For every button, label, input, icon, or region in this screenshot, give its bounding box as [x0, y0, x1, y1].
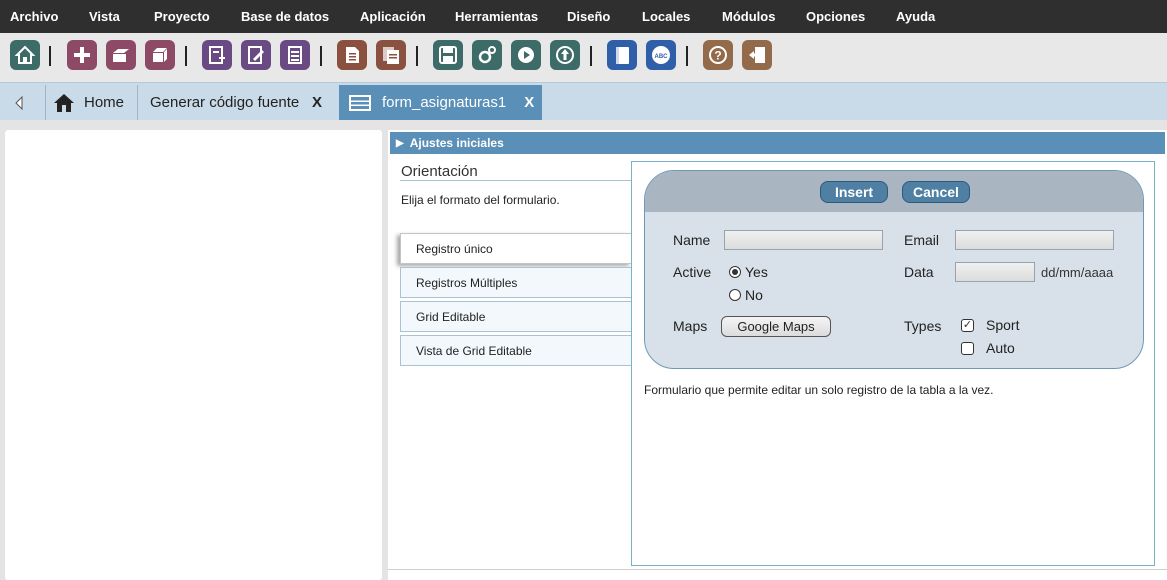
tab-generar-codigo[interactable]: Generar código fuente [150, 85, 299, 120]
toolbar-separator [590, 46, 592, 66]
cancel-button[interactable]: Cancel [902, 181, 970, 203]
menu-base-de-datos[interactable]: Base de datos [241, 9, 329, 24]
form-preview-toolbar [645, 171, 1143, 212]
tab-home-label: Home [84, 94, 125, 111]
menu-ayuda[interactable]: Ayuda [896, 9, 935, 24]
option-vista-grid-editable[interactable]: Vista de Grid Editable [400, 335, 632, 366]
checkbox-auto-label: Auto [986, 340, 1015, 356]
help-icon[interactable]: ? [703, 40, 733, 70]
checkbox-sport[interactable]: ✓ [961, 319, 974, 332]
toolbar-separator [185, 46, 187, 66]
preview-panel: Insert Cancel Name Email Active Yes No D… [631, 161, 1155, 566]
tab-home[interactable]: Home [52, 85, 124, 120]
option-registros-multiples[interactable]: Registros Múltiples [400, 267, 632, 298]
home-icon[interactable] [10, 40, 40, 70]
divider [400, 180, 632, 181]
generate-icon[interactable] [472, 40, 502, 70]
email-field[interactable] [955, 230, 1114, 250]
copy-document-icon[interactable] [376, 40, 406, 70]
toolbar-separator [49, 46, 51, 66]
document-icon[interactable] [337, 40, 367, 70]
toolbar-separator [320, 46, 322, 66]
option-registro-unico[interactable]: Registro único [400, 233, 632, 264]
svg-text:ABC: ABC [655, 54, 669, 60]
email-label: Email [904, 232, 940, 248]
exit-icon[interactable] [742, 40, 772, 70]
orientation-title: Orientación [401, 163, 478, 180]
menu-aplicacion[interactable]: Aplicación [360, 9, 426, 24]
spellcheck-icon[interactable]: ABC [646, 40, 676, 70]
toolbar-separator [686, 46, 688, 66]
new-app-icon[interactable] [202, 40, 232, 70]
radio-no[interactable] [729, 289, 741, 301]
maps-label: Maps [673, 318, 708, 334]
option-grid-editable[interactable]: Grid Editable [400, 301, 632, 332]
menu-locales[interactable]: Locales [642, 9, 690, 24]
name-label: Name [673, 232, 711, 248]
main-content: ▶ Ajustes iniciales Orientación Elija el… [388, 130, 1167, 580]
tab-divider [45, 85, 46, 120]
menu-vista[interactable]: Vista [89, 9, 120, 24]
radio-yes-label: Yes [745, 264, 768, 280]
active-label: Active [673, 264, 712, 280]
data-label: Data [904, 264, 934, 280]
radio-yes[interactable] [729, 266, 741, 278]
tab-form-asignaturas1-label: form_asignaturas1 [382, 94, 507, 111]
chevron-left-icon [15, 95, 23, 110]
list-apps-icon[interactable] [280, 40, 310, 70]
svg-text:?: ? [714, 49, 721, 63]
edit-app-icon[interactable] [241, 40, 271, 70]
menu-herramientas[interactable]: Herramientas [455, 9, 538, 24]
preview-description: Formulario que permite editar un solo re… [644, 383, 994, 397]
home-icon [54, 93, 74, 112]
new-icon[interactable] [67, 40, 97, 70]
toolbar-separator [416, 46, 418, 66]
expand-arrow-icon: ▶ [396, 137, 404, 149]
menu-bar: Archivo Vista Proyecto Base de datos Apl… [0, 0, 1167, 33]
open-project-icon[interactable] [106, 40, 136, 70]
form-preview: Insert Cancel Name Email Active Yes No D… [644, 170, 1144, 369]
checkbox-auto[interactable] [961, 342, 974, 355]
radio-no-label: No [745, 287, 763, 303]
tab-divider [137, 85, 138, 120]
manual-icon[interactable] [607, 40, 637, 70]
tab-bar: Home Generar código fuente X form_asigna… [0, 82, 1167, 120]
menu-opciones[interactable]: Opciones [806, 9, 865, 24]
save-icon[interactable] [433, 40, 463, 70]
tab-scroll-left[interactable] [14, 85, 34, 120]
section-title: Ajustes iniciales [409, 136, 504, 150]
divider [388, 569, 1167, 570]
tab-generar-codigo-label: Generar código fuente [150, 94, 300, 111]
insert-button[interactable]: Insert [820, 181, 888, 203]
left-panel [5, 130, 382, 580]
section-header[interactable]: ▶ Ajustes iniciales [390, 132, 1165, 154]
types-label: Types [904, 318, 942, 334]
tab-form-asignaturas1-close[interactable]: X [524, 94, 534, 111]
google-maps-button[interactable]: Google Maps [721, 316, 831, 337]
name-field[interactable] [724, 230, 883, 250]
tab-form-asignaturas1[interactable]: form_asignaturas1 X [339, 85, 542, 120]
menu-proyecto[interactable]: Proyecto [154, 9, 210, 24]
publish-icon[interactable] [550, 40, 580, 70]
menu-archivo[interactable]: Archivo [10, 9, 58, 24]
menu-diseno[interactable]: Diseño [567, 9, 610, 24]
toolbar: ABC ? [0, 33, 1167, 82]
menu-modulos[interactable]: Módulos [722, 9, 775, 24]
run-icon[interactable] [511, 40, 541, 70]
tab-generar-codigo-close[interactable]: X [312, 85, 322, 120]
checkbox-sport-label: Sport [986, 317, 1020, 333]
list-icon [349, 94, 371, 111]
date-field[interactable] [955, 262, 1035, 282]
close-project-icon[interactable] [145, 40, 175, 70]
date-format-hint: dd/mm/aaaa [1041, 265, 1114, 280]
orientation-description: Elija el formato del formulario. [401, 193, 560, 207]
